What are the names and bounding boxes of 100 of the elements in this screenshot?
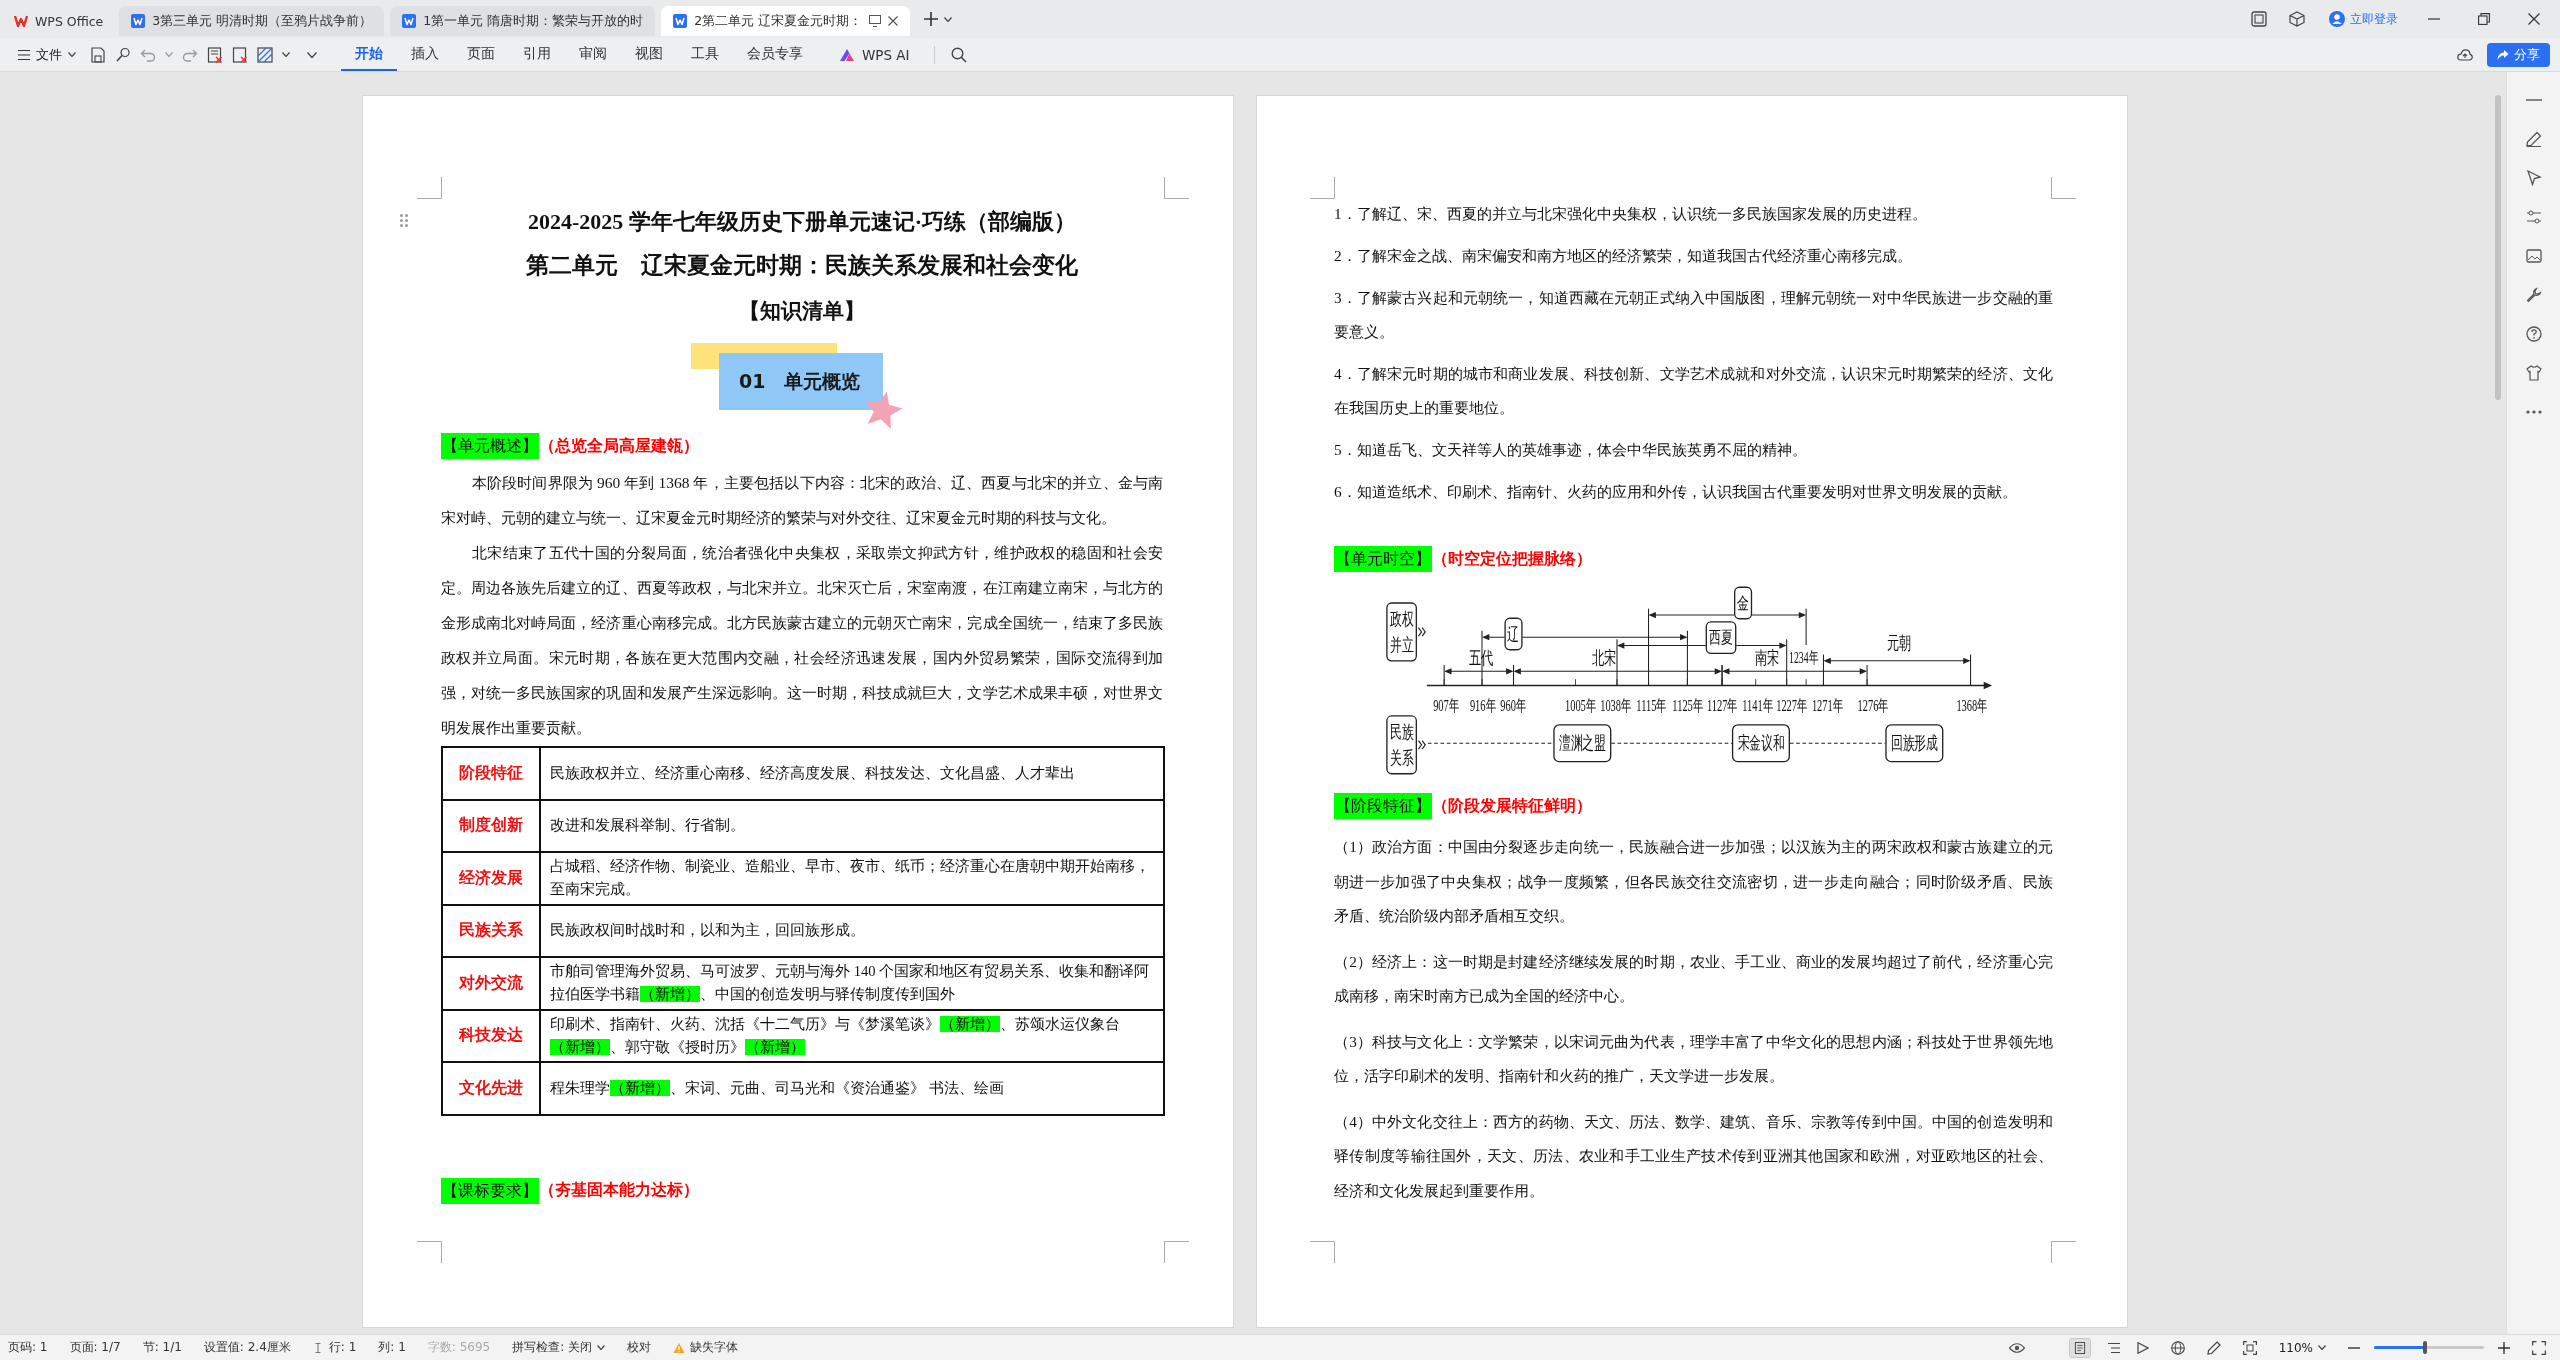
proofread-button[interactable]: 校对 <box>627 1339 652 1356</box>
ribbon-tab[interactable]: 开始 <box>341 38 397 71</box>
page-view-button[interactable] <box>2068 1337 2091 1358</box>
globe-icon[interactable] <box>2170 1340 2185 1355</box>
page-icon <box>2073 1341 2086 1354</box>
section-tag: 【课标要求】 <box>441 1177 539 1204</box>
page-cross-icon[interactable] <box>207 46 223 63</box>
row-label-cell: 阶段特征 <box>442 747 540 800</box>
fullscreen-icon[interactable] <box>2532 1340 2546 1355</box>
cube-icon[interactable] <box>2289 11 2305 27</box>
pointer-icon[interactable] <box>2525 170 2542 186</box>
ai-button[interactable]: WPS AI <box>839 46 910 63</box>
year-label: 1227年 <box>1776 696 1808 715</box>
document-icon <box>673 14 688 28</box>
row-label-cell: 科技发达 <box>442 1009 540 1062</box>
corner-mark-icon <box>1310 1241 1335 1263</box>
scrollbar-thumb[interactable] <box>2495 95 2501 400</box>
drag-handle-icon[interactable] <box>400 214 408 227</box>
section-note: （夯基固本能力达标） <box>539 1180 699 1200</box>
document-tab[interactable]: 1第一单元 隋唐时期：繁荣与开放的时 <box>390 6 656 36</box>
event-tag: 澶渊之盟 <box>1553 724 1612 763</box>
image-icon[interactable] <box>2525 248 2542 264</box>
status-text: 字数: 5695 <box>427 1339 491 1356</box>
table-cell: 印刷术、指南针、火药、沈括《十二气历》与《梦溪笔谈》（新增）、苏颂水运仪象台 （新增）、郭守敬《授时历》（新增） <box>540 1009 1164 1062</box>
caret-icon[interactable] <box>944 16 953 22</box>
page-cross-icon[interactable] <box>232 46 248 63</box>
share-button[interactable]: 分享 <box>2487 42 2550 67</box>
corner-mark-icon <box>2051 177 2076 199</box>
body-paragraph: （2）经济上：这一时期是封建经济继续发展的时期，农业、手工业、商业的发展均超过了前代，经济重心完成南移，南宋时南方已成为全国的经济中心。 <box>1334 951 2053 1006</box>
table-cell: 民族政权并立、经济重心南移、经济高度发展、科技发达、文化昌盛、人才辈出 <box>540 747 1164 800</box>
section-note: （时空定位把握脉络） <box>1432 548 1592 569</box>
sliders-icon[interactable] <box>2525 209 2542 225</box>
period-label: 南宋 <box>1755 647 1780 668</box>
brush-icon[interactable] <box>115 46 131 63</box>
window-icon[interactable] <box>2251 11 2267 27</box>
row-label-cell: 文化先进 <box>442 1062 540 1115</box>
event-tag: 宋金议和 <box>1731 724 1790 763</box>
login-button[interactable]: 立即登录 <box>2329 10 2398 28</box>
body-paragraph: 北宋结束了五代十国的分裂局面，统治者强化中央集权，采取崇文抑武方针，维护政权的稳固和社会安定。周边各族先后建立的辽、西夏等政权，与北宋并立。北宋灭亡后，宋室南渡，在江南建立南宋，与北方的金形成南北对峙局面，经济重心南移完成。北方民族蒙古建立的元朝灭亡南宋，完成全国统一，结束了多民族政权并立局面。宋元时期，各族在更大范围内交融，社会经济迅速发展，国内外贸易繁荣，国际交流得到加强，对统一多民族国家的巩固和发展产生深远影响。这一时期，科技成就巨大，文学艺术成果丰硕，对世界文明发展作出重要贡献。 <box>441 543 1163 738</box>
document-tab[interactable]: 3第三单元 明清时期（至鸦片战争前） <box>119 6 385 36</box>
fit-page-icon[interactable] <box>2242 1340 2257 1355</box>
year-label: 960年 <box>1500 696 1527 715</box>
row-label-cell: 经济发展 <box>442 852 540 905</box>
monitor-icon[interactable] <box>869 15 882 27</box>
restore-icon[interactable] <box>2478 13 2490 25</box>
zoom-dropdown[interactable]: 110% <box>2278 1340 2326 1355</box>
requirement-item: 6．知道造纸术、印刷术、指南针、火药的应用和外传，认识我国古代重要发明对世界文明发展的贡献。 <box>1334 482 2018 502</box>
year-label: 1271年 <box>1811 696 1844 715</box>
cloud-icon[interactable] <box>2457 46 2473 63</box>
ribbon-tab[interactable]: 引用 <box>509 38 565 71</box>
zoom-in-icon[interactable] <box>2498 1341 2510 1354</box>
search-icon[interactable] <box>950 46 967 63</box>
spell-check-dropdown[interactable]: 拼写检查: 关闭 <box>512 1339 606 1356</box>
period-tag: 西夏 <box>1705 621 1737 655</box>
document-tab[interactable]: 2第二单元 辽宋夏金元时期： <box>661 6 911 36</box>
close-icon[interactable] <box>2528 13 2540 25</box>
new-tab-icon[interactable] <box>924 12 939 26</box>
ribbon-tab[interactable]: 视图 <box>621 38 677 71</box>
corner-mark-icon <box>1164 177 1189 199</box>
requirement-item: 2．了解宋金之战、南宋偏安和南方地区的经济繁荣，知道我国古代经济重心南移完成。 <box>1334 246 1913 266</box>
caret-icon[interactable] <box>307 49 317 60</box>
table-cell: 占城稻、经济作物、制瓷业、造船业、早市、夜市、纸币；经济重心在唐朝中期开始南移，至南宋完成。 <box>540 852 1164 905</box>
shirt-icon[interactable] <box>2525 365 2542 381</box>
missing-font-button[interactable]: 缺失字体 <box>673 1339 739 1356</box>
play-icon[interactable] <box>2136 1341 2149 1354</box>
close-icon[interactable] <box>888 16 899 26</box>
hatched-square-icon[interactable] <box>257 46 273 63</box>
section-note: （总览全局高屋建瓴） <box>539 435 699 456</box>
help-icon[interactable] <box>2525 326 2542 342</box>
pen-icon[interactable] <box>2525 131 2542 147</box>
menu-icon <box>18 48 30 61</box>
pen-icon[interactable] <box>2206 1340 2221 1355</box>
home-tab[interactable]: WPS Office <box>8 6 114 36</box>
year-label: 1005年 <box>1565 696 1597 715</box>
requirement-item: 4．了解宋元时期的城市和商业发展、科技创新、文学艺术成就和对外交流，认识宋元时期繁荣的经济、文化在我国历史上的重要地位。 <box>1334 364 2053 418</box>
zoom-slider-thumb[interactable] <box>2422 1341 2427 1354</box>
ribbon-tab[interactable]: 插入 <box>397 38 453 71</box>
status-text: 设置值: 2.4厘米 <box>203 1339 291 1356</box>
document-icon <box>131 14 146 28</box>
app-logo-icon <box>14 14 28 28</box>
year-label: 907年 <box>1433 696 1460 715</box>
wrench-icon[interactable] <box>2525 287 2542 303</box>
ribbon-tab[interactable]: 会员专享 <box>733 38 817 71</box>
status-text: 节: 1/1 <box>142 1339 182 1356</box>
unit-title: 第二单元 辽宋夏金元时期：民族关系发展和社会变化 <box>525 252 1079 280</box>
row-label-cell: 对外交流 <box>442 957 540 1010</box>
table-cell: 市舶司管理海外贸易、马可波罗、元朝与海外 140 个国家和地区有贸易关系、收集和翻译阿拉伯医学书籍（新增）、中国的创造发明与驿传制度传到国外 <box>540 957 1164 1010</box>
zoom-slider[interactable] <box>2374 1341 2484 1354</box>
caret-icon[interactable] <box>282 52 290 57</box>
caret-icon <box>68 52 76 57</box>
save-icon[interactable] <box>90 46 106 63</box>
ribbon-tab[interactable]: 页面 <box>453 38 509 71</box>
ribbon-tab[interactable]: 工具 <box>677 38 733 71</box>
document-icon <box>402 14 417 28</box>
ribbon-tab[interactable]: 审阅 <box>565 38 621 71</box>
period-label: 五代 <box>1469 647 1493 668</box>
period-label: 北宋 <box>1592 647 1617 668</box>
corner-mark-icon <box>417 177 442 199</box>
share-icon <box>2497 48 2509 61</box>
file-menu[interactable]: 文件 <box>18 45 90 64</box>
